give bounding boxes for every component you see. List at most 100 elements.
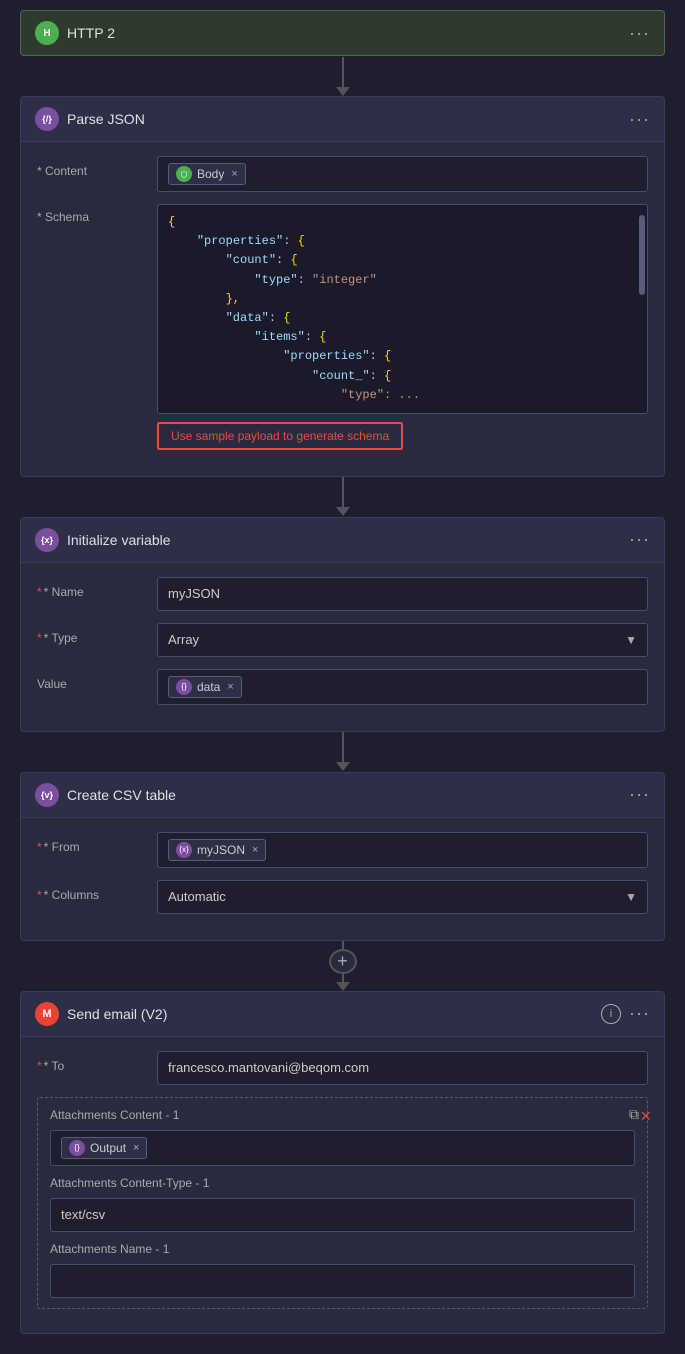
send-email-card: M Send email (V2) i ··· ** To francesco.… [20, 991, 665, 1334]
type-select[interactable]: Array ▼ [157, 623, 648, 657]
schema-line-8: "properties": { [168, 347, 637, 366]
name-required: * [37, 585, 42, 599]
columns-chevron: ▼ [625, 890, 637, 904]
content-input[interactable]: ⬡ Body × [157, 156, 648, 192]
initialize-variable-title: Initialize variable [67, 532, 171, 548]
columns-select[interactable]: Automatic ▼ [157, 880, 648, 914]
send-email-header-left: M Send email (V2) [35, 1002, 167, 1026]
create-csv-header: {v} Create CSV table ··· [21, 773, 664, 818]
schema-box[interactable]: { "properties": { "count": { "type": "in… [157, 204, 648, 414]
connector-3 [20, 732, 665, 772]
initialize-variable-header: {x} Initialize variable ··· [21, 518, 664, 563]
send-email-menu[interactable]: ··· [629, 1003, 650, 1024]
attachments-type-value: text/csv [61, 1207, 105, 1222]
to-field-row: ** To francesco.mantovani@beqom.com [37, 1051, 648, 1085]
attachments-name-input[interactable] [50, 1264, 635, 1298]
send-email-icon: M [35, 1002, 59, 1026]
schema-field-row: * Schema { "properties": { "count": { "t… [37, 204, 648, 450]
attachments-content-input[interactable]: {} Output × [50, 1130, 635, 1166]
connector-2 [20, 477, 665, 517]
schema-line-7: "items": { [168, 328, 637, 347]
attachments-name-label: Attachments Name - 1 [50, 1242, 635, 1256]
connector-line-4a [342, 941, 344, 949]
attachments-close-button[interactable]: × [640, 1106, 651, 1127]
attachments-type-input[interactable]: text/csv [50, 1198, 635, 1232]
http2-title: HTTP 2 [67, 25, 115, 41]
to-input[interactable]: francesco.mantovani@beqom.com [157, 1051, 648, 1085]
body-chip: ⬡ Body × [168, 163, 246, 185]
parse-json-card: {/} Parse JSON ··· * Content ⬡ Body × * … [20, 96, 665, 477]
copy-attach-button[interactable]: ⧉ [629, 1106, 639, 1123]
body-chip-label: Body [197, 167, 224, 181]
to-label: ** To [37, 1051, 157, 1073]
connector-arrow-4 [336, 982, 350, 991]
columns-value: Automatic [168, 889, 226, 904]
attachments-content-label: Attachments Content - 1 [50, 1108, 635, 1122]
initialize-variable-menu[interactable]: ··· [629, 529, 650, 550]
type-label: ** Type [37, 623, 157, 645]
type-field-row: ** Type Array ▼ [37, 623, 648, 657]
output-chip-icon: {} [69, 1140, 85, 1156]
connector-line-1 [342, 57, 344, 87]
info-icon[interactable]: i [601, 1004, 621, 1024]
attachments-type-label: Attachments Content-Type - 1 [50, 1176, 635, 1190]
schema-line-3: "count": { [168, 251, 637, 270]
from-input[interactable]: {x} myJSON × [157, 832, 648, 868]
data-chip-label: data [197, 680, 220, 694]
schema-line-4: "type": "integer" [168, 271, 637, 290]
generate-schema-button[interactable]: Use sample payload to generate schema [157, 422, 403, 450]
http2-card: H HTTP 2 ··· [20, 10, 665, 56]
connector-arrow-2 [336, 507, 350, 516]
create-csv-card: {v} Create CSV table ··· ** From {x} myJ… [20, 772, 665, 941]
value-label: Value [37, 669, 157, 691]
connector-arrow-1 [336, 87, 350, 96]
from-field-row: ** From {x} myJSON × [37, 832, 648, 868]
data-chip-icon: {} [176, 679, 192, 695]
name-field-row: ** Name myJSON [37, 577, 648, 611]
from-label-text: * From [44, 840, 80, 854]
schema-scrollbar[interactable] [639, 215, 645, 295]
output-chip-label: Output [90, 1141, 126, 1155]
type-chevron: ▼ [625, 633, 637, 647]
value-field-row: Value {} data × [37, 669, 648, 705]
from-label: ** From [37, 832, 157, 854]
output-chip-close[interactable]: × [133, 1142, 139, 1154]
name-input[interactable]: myJSON [157, 577, 648, 611]
connector-1 [20, 56, 665, 96]
create-csv-header-left: {v} Create CSV table [35, 783, 176, 807]
schema-line-6: "data": { [168, 309, 637, 328]
type-value: Array [168, 632, 199, 647]
schema-label: * Schema [37, 204, 157, 224]
connector-line-4b [342, 974, 344, 982]
create-csv-body: ** From {x} myJSON × ** Columns Automati… [21, 818, 664, 940]
from-required: * [37, 840, 42, 854]
parse-json-icon: {/} [35, 107, 59, 131]
type-required: * [37, 631, 42, 645]
http2-header-left: H HTTP 2 [35, 21, 115, 45]
send-email-header-right: i ··· [601, 1003, 650, 1024]
value-input[interactable]: {} data × [157, 669, 648, 705]
myjson-chip-close[interactable]: × [252, 844, 258, 856]
schema-line-1: { [168, 213, 637, 232]
attach-icons: ⧉ [629, 1106, 639, 1123]
output-chip: {} Output × [61, 1137, 147, 1159]
name-label: ** Name [37, 577, 157, 599]
body-chip-close[interactable]: × [231, 168, 237, 180]
create-csv-icon: {v} [35, 783, 59, 807]
create-csv-menu[interactable]: ··· [629, 784, 650, 805]
parse-json-header-left: {/} Parse JSON [35, 107, 145, 131]
parse-json-body: * Content ⬡ Body × * Schema { "propertie… [21, 142, 664, 476]
to-required: * [37, 1059, 42, 1073]
name-label-text: * Name [44, 585, 84, 599]
http2-menu[interactable]: ··· [629, 23, 650, 44]
data-chip-close[interactable]: × [227, 681, 233, 693]
columns-label: ** Columns [37, 880, 157, 902]
parse-json-menu[interactable]: ··· [629, 109, 650, 130]
schema-line-2: "properties": { [168, 232, 637, 251]
to-value: francesco.mantovani@beqom.com [168, 1060, 369, 1075]
columns-field-row: ** Columns Automatic ▼ [37, 880, 648, 914]
http2-icon: H [35, 21, 59, 45]
add-step-button[interactable]: + [329, 949, 357, 974]
data-chip: {} data × [168, 676, 242, 698]
columns-label-text: * Columns [44, 888, 99, 902]
